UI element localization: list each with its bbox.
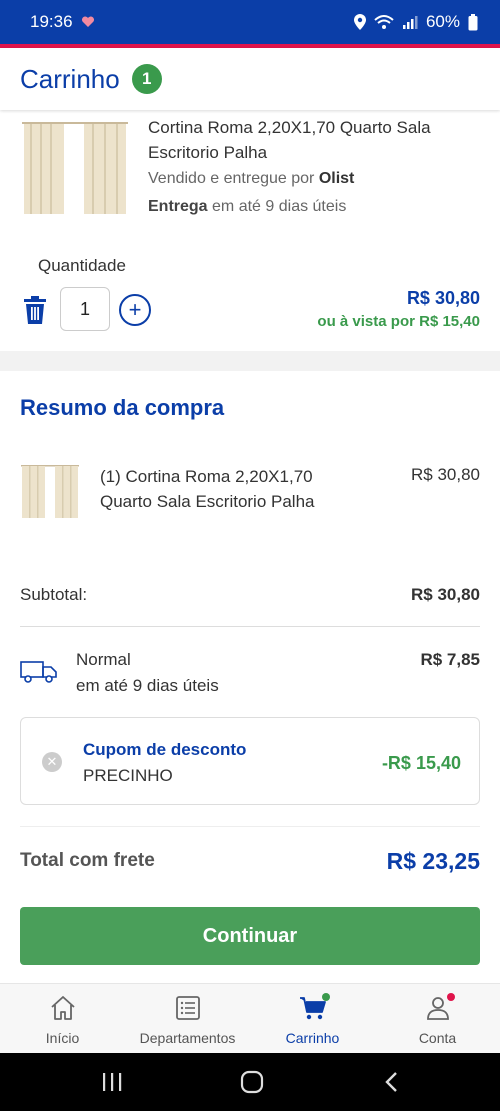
location-icon: [353, 14, 366, 30]
nav-item-conta[interactable]: Conta: [375, 984, 500, 1053]
nav-item-carrinho[interactable]: Carrinho: [250, 984, 375, 1053]
seller-prefix: Vendido e entregue por: [148, 170, 315, 187]
coupon-code: PRECINHO: [83, 766, 173, 785]
nav-label: Conta: [418, 1030, 457, 1046]
quantity-label: Quantidade: [38, 256, 126, 275]
shipping-price: R$ 7,85: [420, 650, 480, 669]
wifi-icon: [374, 15, 394, 29]
section-divider: [0, 351, 500, 371]
status-time: 19:36: [30, 12, 73, 31]
back-icon[interactable]: [382, 1071, 402, 1093]
coupon-title: Cupom de desconto: [83, 740, 247, 759]
heart-icon: [81, 16, 94, 27]
subtotal-label: Subtotal:: [20, 585, 88, 604]
summary-title: Resumo da compra: [20, 395, 225, 420]
divider: [20, 826, 480, 827]
cart-icon-wrapper: [299, 993, 330, 1022]
plus-icon: +: [128, 297, 142, 322]
home-button-icon[interactable]: [240, 1070, 264, 1094]
shipping-name: Normal: [76, 650, 131, 669]
account-notification-dot: [446, 993, 455, 1001]
cart-notification-dot: [321, 993, 330, 1001]
divider: [20, 626, 480, 627]
nav-label: Carrinho: [285, 1030, 340, 1046]
product-seller: Vendido e entregue por Olist: [148, 170, 354, 188]
nav-label: Departamentos: [139, 1030, 236, 1046]
cart-count-badge: 1: [131, 64, 162, 94]
user-icon-wrapper: [424, 993, 455, 1022]
nav-item-departamentos[interactable]: Departamentos: [125, 984, 250, 1053]
seller-name: Olist: [318, 170, 355, 187]
system-nav-bar: [0, 1053, 500, 1111]
total-label: Total com frete: [20, 850, 155, 871]
list-icon: [175, 996, 200, 1020]
close-icon: ✕: [46, 754, 58, 769]
delivery-label: Entrega: [148, 198, 208, 215]
summary-item-price: R$ 30,80: [411, 465, 480, 484]
truck-icon: [20, 661, 57, 683]
quantity-input[interactable]: 1: [60, 287, 110, 331]
page-title: Carrinho: [20, 63, 120, 94]
recent-apps-icon[interactable]: [100, 1071, 124, 1093]
remove-coupon-button[interactable]: ✕: [42, 752, 62, 772]
summary-item-image: [20, 464, 80, 520]
product-delivery: Entrega em até 9 dias úteis: [148, 198, 346, 216]
bottom-nav: Início Departamentos Carrinho Conta: [0, 983, 500, 1053]
subtotal-value: R$ 30,80: [411, 585, 480, 604]
product-name[interactable]: Cortina Roma 2,20X1,70 Quarto Sala Escri…: [148, 115, 478, 165]
shipping-time: em até 9 dias úteis: [76, 676, 219, 695]
product-image[interactable]: [20, 120, 130, 216]
battery-icon: [468, 13, 478, 30]
trash-icon[interactable]: [24, 296, 46, 324]
continue-button[interactable]: Continuar: [20, 907, 480, 965]
product-cash-price: ou à vista por R$ 15,40: [317, 313, 480, 330]
increase-quantity-button[interactable]: +: [119, 294, 151, 326]
battery-level: 60%: [425, 12, 460, 31]
nav-item-inicio[interactable]: Início: [0, 984, 125, 1053]
page-header: Carrinho 1: [0, 48, 500, 110]
delivery-time: em até 9 dias úteis: [212, 198, 347, 215]
total-value: R$ 23,25: [386, 848, 480, 874]
coupon-box: ✕ Cupom de desconto PRECINHO -R$ 15,40: [20, 717, 480, 805]
coupon-value: -R$ 15,40: [381, 753, 461, 773]
product-price: R$ 30,80: [406, 288, 480, 308]
signal-icon: [402, 16, 418, 29]
summary-item-name: (1) Cortina Roma 2,20X1,70 Quarto Sala E…: [100, 467, 315, 511]
status-bar: 19:36 60%: [0, 0, 500, 44]
home-icon: [50, 996, 75, 1020]
nav-label: Início: [45, 1030, 80, 1046]
